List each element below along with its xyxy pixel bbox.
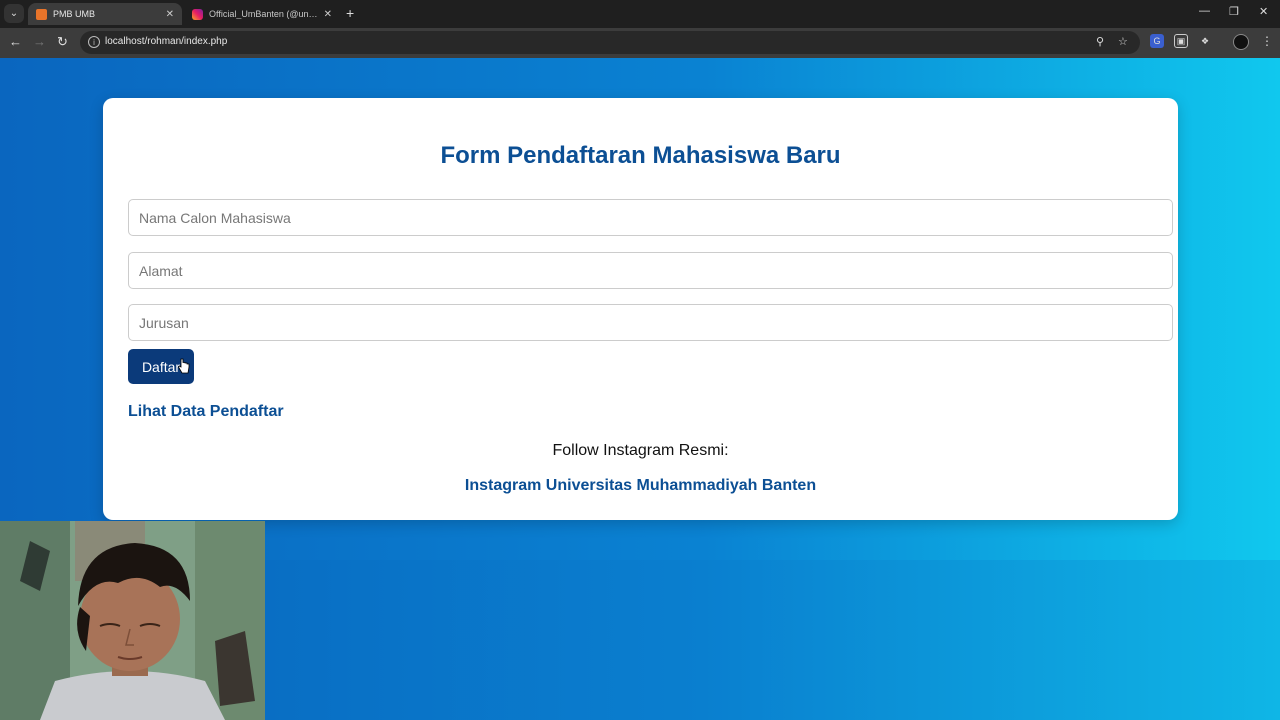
- close-icon[interactable]: ✕: [166, 9, 174, 20]
- tab-instagram[interactable]: Official_UmBanten (@univ_muh... ✕: [184, 3, 340, 25]
- forward-arrow-icon[interactable]: →: [33, 34, 46, 50]
- zoom-icon[interactable]: ⚲: [1096, 35, 1104, 48]
- extension-icon[interactable]: ▣: [1174, 34, 1188, 48]
- menu-kebab-icon[interactable]: ⋮: [1261, 34, 1273, 48]
- close-icon[interactable]: ✕: [324, 9, 332, 20]
- browser-toolbar: ← → ↻ i localhost/rohman/index.php ⚲ ☆ G…: [0, 28, 1280, 58]
- new-tab-plus-icon[interactable]: +: [346, 5, 354, 21]
- follow-instagram-text: Follow Instagram Resmi:: [552, 442, 729, 459]
- tab-pmb-umb[interactable]: PMB UMB ✕: [28, 3, 182, 25]
- tab-title: PMB UMB: [53, 9, 96, 19]
- chevron-down-icon: ⌄: [9, 8, 19, 19]
- browser-tabbar: ⌄ PMB UMB ✕ Official_UmBanten (@univ_muh…: [0, 0, 1280, 28]
- tab-search-button[interactable]: ⌄: [4, 4, 24, 23]
- address-bar[interactable]: i localhost/rohman/index.php ⚲ ☆: [80, 31, 1140, 54]
- lihat-data-pendaftar-link[interactable]: Lihat Data Pendaftar: [128, 403, 284, 421]
- alamat-input[interactable]: [128, 252, 1173, 289]
- translate-extension-icon[interactable]: G: [1150, 34, 1164, 48]
- tab-title: Official_UmBanten (@univ_muh...: [209, 9, 318, 19]
- bookmark-star-icon[interactable]: ☆: [1118, 35, 1128, 48]
- address-url[interactable]: localhost/rohman/index.php: [105, 36, 227, 47]
- jurusan-input[interactable]: [128, 304, 1173, 341]
- site-info-icon[interactable]: i: [88, 36, 100, 48]
- webcam-overlay: [0, 521, 265, 720]
- close-window-icon[interactable]: ✕: [1259, 5, 1268, 18]
- registration-card: Form Pendaftaran Mahasiswa Baru Daftar L…: [103, 98, 1178, 520]
- instagram-favicon-icon: [192, 8, 203, 20]
- reload-icon[interactable]: ↻: [57, 34, 68, 50]
- puzzle-extensions-icon[interactable]: ❖: [1198, 34, 1212, 48]
- back-arrow-icon[interactable]: ←: [9, 34, 22, 50]
- page-title: Form Pendaftaran Mahasiswa Baru: [440, 142, 841, 169]
- profile-avatar[interactable]: [1233, 34, 1249, 50]
- nama-calon-mahasiswa-input[interactable]: [128, 199, 1173, 236]
- hand-cursor-icon: [178, 358, 190, 374]
- instagram-umb-link[interactable]: Instagram Universitas Muhammadiyah Bante…: [103, 477, 1178, 495]
- pmb-favicon-icon: [36, 8, 47, 20]
- webcam-person-image: [0, 521, 265, 720]
- minimize-icon[interactable]: —: [1199, 5, 1210, 17]
- restore-icon[interactable]: ❐: [1229, 5, 1239, 18]
